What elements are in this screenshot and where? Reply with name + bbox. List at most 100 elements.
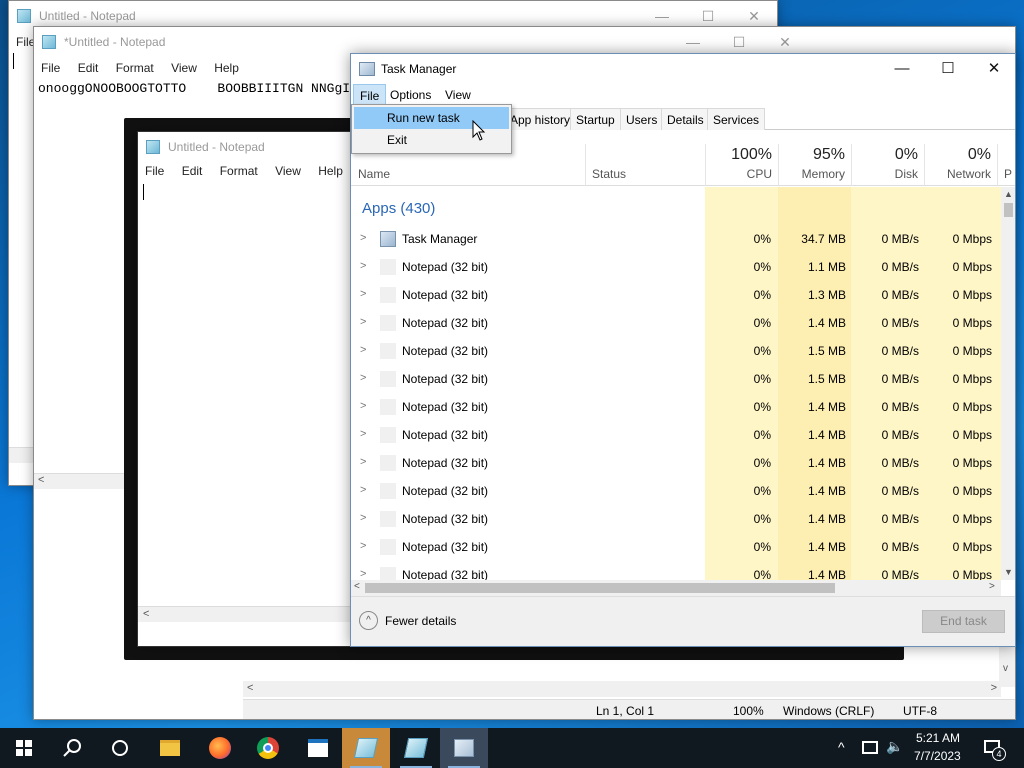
close-button[interactable]: ✕	[971, 54, 1015, 84]
column-name[interactable]: Name	[358, 167, 390, 181]
app-icon	[380, 343, 396, 359]
vertical-scrollbar[interactable]: ▲ ▼	[1001, 187, 1015, 580]
scroll-left-icon[interactable]: <	[247, 682, 253, 694]
menu-view[interactable]: View	[164, 57, 204, 79]
chevron-right-icon[interactable]: >	[360, 288, 366, 300]
menu-options[interactable]: Options	[384, 84, 437, 106]
column-memory[interactable]: 95% Memory	[778, 144, 851, 186]
clock-date[interactable]: 7/7/2023	[914, 749, 961, 768]
menu-view[interactable]: View	[268, 160, 308, 182]
memory-value: 1.4 MB	[807, 428, 846, 442]
scroll-left-icon[interactable]: <	[38, 474, 44, 486]
group-header-apps[interactable]: Apps (430)	[362, 200, 435, 217]
end-task-button[interactable]: End task	[922, 610, 1005, 633]
chevron-right-icon[interactable]: >	[360, 540, 366, 552]
chevron-right-icon[interactable]: >	[360, 260, 366, 272]
table-row[interactable]: > Notepad (32 bit) 0% 1.5 MB 0 MB/s 0 Mbps	[351, 337, 1001, 365]
table-row[interactable]: > Notepad (32 bit) 0% 1.5 MB 0 MB/s 0 Mbps	[351, 365, 1001, 393]
table-row[interactable]: > Notepad (32 bit) 0% 1.1 MB 0 MB/s 0 Mbps	[351, 253, 1001, 281]
scroll-right-icon[interactable]: >	[991, 682, 997, 694]
taskbar-notepad[interactable]	[392, 728, 440, 768]
chevron-right-icon[interactable]: >	[360, 400, 366, 412]
action-center-button[interactable]: 4	[976, 728, 1024, 768]
disk-value: 0 MB/s	[881, 288, 919, 302]
table-row[interactable]: > Notepad (32 bit) 0% 1.4 MB 0 MB/s 0 Mbps	[351, 393, 1001, 421]
table-row[interactable]: > Notepad (32 bit) 0% 1.4 MB 0 MB/s 0 Mbps	[351, 309, 1001, 337]
chevron-right-icon[interactable]: >	[360, 344, 366, 356]
menu-edit[interactable]: Edit	[71, 57, 106, 79]
table-row[interactable]: > Notepad (32 bit) 0% 1.4 MB 0 MB/s 0 Mbps	[351, 533, 1001, 561]
taskbar-task-manager[interactable]	[440, 728, 488, 768]
volume-muted-icon[interactable]: 🔈	[886, 738, 903, 768]
network-value: 0 Mbps	[952, 428, 992, 442]
menu-file[interactable]: File	[138, 160, 171, 182]
scroll-down-icon[interactable]: v	[1003, 663, 1008, 674]
column-cpu[interactable]: 100% CPU	[705, 144, 778, 186]
chevron-right-icon[interactable]: >	[360, 484, 366, 496]
taskbar-file-explorer[interactable]	[146, 728, 194, 768]
menu-view[interactable]: View	[439, 84, 477, 106]
chevron-right-icon[interactable]: >	[360, 568, 366, 580]
menu-help[interactable]: Help	[207, 57, 246, 79]
tab-app-history[interactable]: App history	[501, 108, 577, 130]
chevron-right-icon[interactable]: >	[360, 428, 366, 440]
text-editor[interactable]: onooggONOOBOOGTOTTO BOOBBIIITGN NNGgIC	[38, 81, 358, 96]
tab-details[interactable]: Details	[661, 108, 710, 130]
horizontal-scrollbar[interactable]: < >	[351, 580, 1001, 596]
chevron-right-icon[interactable]: >	[360, 512, 366, 524]
column-network[interactable]: 0% Network	[924, 144, 997, 186]
table-row[interactable]: > Notepad (32 bit) 0% 1.4 MB 0 MB/s 0 Mbps	[351, 421, 1001, 449]
task-view-button[interactable]	[96, 728, 144, 768]
column-status[interactable]: Status	[585, 144, 705, 186]
minimize-button[interactable]: —	[879, 54, 925, 84]
table-row[interactable]: > Notepad (32 bit) 0% 1.4 MB 0 MB/s 0 Mbps	[351, 477, 1001, 505]
tab-startup[interactable]: Startup	[570, 108, 621, 130]
process-name: Notepad (32 bit)	[402, 456, 489, 470]
menu-file[interactable]: File	[353, 84, 387, 106]
network-value: 0 Mbps	[952, 288, 992, 302]
scroll-thumb[interactable]	[365, 583, 835, 593]
taskbar-chrome[interactable]	[244, 728, 292, 768]
chevron-right-icon[interactable]: >	[360, 456, 366, 468]
taskbar-app[interactable]	[294, 728, 342, 768]
table-row[interactable]: > Task Manager 0% 34.7 MB 0 MB/s 0 Mbps	[351, 225, 1001, 253]
title-bar[interactable]: Task Manager — ☐ ✕	[351, 54, 1015, 84]
horizontal-scrollbar-bottom[interactable]: < >	[243, 681, 1001, 697]
menu-file[interactable]: File	[34, 57, 67, 79]
scroll-right-icon[interactable]: >	[989, 581, 995, 592]
taskbar-firefox[interactable]	[196, 728, 244, 768]
scroll-left-icon[interactable]: <	[354, 581, 360, 592]
scroll-thumb[interactable]	[1004, 203, 1013, 217]
menu-format[interactable]: Format	[109, 57, 161, 79]
table-row[interactable]: > Notepad (32 bit) 0% 1.4 MB 0 MB/s 0 Mbps	[351, 449, 1001, 477]
chevron-right-icon[interactable]: >	[360, 372, 366, 384]
process-list[interactable]: Apps (430) > Task Manager 0% 34.7 MB 0 MB/s 0…	[351, 187, 1001, 580]
maximize-button[interactable]: ☐	[925, 54, 971, 84]
scroll-left-icon[interactable]: <	[143, 608, 149, 620]
text-caret	[143, 184, 144, 200]
tab-users[interactable]: Users	[620, 108, 664, 130]
start-button[interactable]	[0, 728, 48, 768]
menu-help[interactable]: Help	[311, 160, 350, 182]
column-disk[interactable]: 0% Disk	[851, 144, 924, 186]
scroll-down-icon[interactable]: ▼	[1004, 567, 1013, 577]
table-row[interactable]: > Notepad (32 bit) 0% 1.3 MB 0 MB/s 0 Mbps	[351, 281, 1001, 309]
menu-edit[interactable]: Edit	[175, 160, 210, 182]
table-row[interactable]: > Notepad (32 bit) 0% 1.4 MB 0 MB/s 0 Mbps	[351, 505, 1001, 533]
cpu-value: 0%	[753, 372, 771, 386]
column-power[interactable]: P	[997, 144, 1015, 186]
chevron-up-icon[interactable]: ^	[838, 739, 845, 768]
chevron-right-icon[interactable]: >	[360, 316, 366, 328]
chevron-right-icon[interactable]: >	[360, 232, 366, 244]
search-button[interactable]	[48, 728, 96, 768]
network-value: 0 Mbps	[952, 260, 992, 274]
taskbar-notepad-active[interactable]	[342, 728, 390, 768]
table-row[interactable]: > Notepad (32 bit) 0% 1.4 MB 0 MB/s 0 Mbps	[351, 561, 1001, 580]
cpu-value: 0%	[753, 260, 771, 274]
network-icon[interactable]	[862, 741, 878, 754]
network-value: 0 Mbps	[952, 540, 992, 554]
tab-services[interactable]: Services	[707, 108, 766, 130]
menu-format[interactable]: Format	[213, 160, 265, 182]
scroll-up-icon[interactable]: ▲	[1004, 189, 1013, 199]
footer-bar: ^ Fewer details End task	[351, 596, 1015, 646]
